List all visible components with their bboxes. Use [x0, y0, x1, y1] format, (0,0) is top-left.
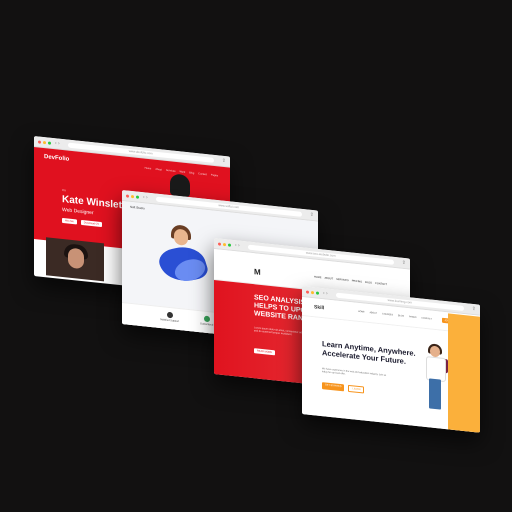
nav-item[interactable]: CONTACT [375, 282, 387, 286]
nav-item[interactable]: HOME [314, 276, 322, 280]
student-illustration [424, 343, 448, 419]
nav-item[interactable]: BLOG [365, 281, 372, 285]
maximize-dot[interactable] [48, 140, 51, 145]
back-forward-icon[interactable]: ‹ › [55, 140, 60, 146]
nav-item[interactable]: PRICING [352, 279, 362, 283]
feature-item: Guaranteed [200, 315, 214, 327]
feature-item: Satisfied Support [160, 311, 179, 323]
nav-item[interactable]: COURSES [382, 313, 393, 316]
nav-item[interactable]: Work [179, 170, 185, 174]
nav-item[interactable]: CONTACT [421, 318, 431, 321]
minimize-dot[interactable] [43, 140, 46, 144]
hero-buttons: GET STARTED LEARN [322, 382, 365, 394]
nav-menu: HOME ABOUT SERVICES PRICING BLOG CONTACT [314, 276, 387, 287]
guarantee-icon [203, 315, 210, 323]
close-dot[interactable] [126, 193, 129, 198]
back-forward-icon[interactable]: ‹ › [143, 194, 148, 200]
window-controls [38, 139, 51, 145]
photo-face [68, 247, 84, 270]
close-dot[interactable] [218, 241, 221, 246]
nav-item[interactable]: ABOUT [325, 277, 334, 281]
nav-item[interactable]: SERVICES [336, 278, 349, 282]
nav-item[interactable]: Services [166, 169, 176, 173]
close-dot[interactable] [38, 139, 41, 144]
student-jeans [429, 378, 441, 410]
nav-item[interactable]: PAGES [409, 316, 416, 319]
nav-item[interactable]: BLOG [398, 315, 404, 318]
site-logo[interactable]: M [254, 267, 261, 277]
about-photo [46, 237, 104, 282]
nav-item[interactable]: Home [145, 167, 152, 171]
maximize-dot[interactable] [136, 194, 139, 199]
window-controls [306, 289, 319, 295]
feature-label: Guaranteed [200, 322, 214, 327]
learn-button[interactable]: LEARN [348, 384, 365, 394]
showcase-stage: ‹ › www.devfolio.com ⇪ DevFolio Home Abo… [0, 0, 512, 512]
window-controls [218, 241, 231, 247]
share-icon[interactable]: ⇪ [222, 158, 226, 164]
nav-item[interactable]: Blog [189, 171, 194, 175]
hero-description: We have experience in the web and educat… [322, 368, 387, 377]
greeting-text: I'm [62, 187, 66, 193]
share-icon[interactable]: ⇪ [310, 212, 314, 218]
minimize-dot[interactable] [311, 290, 314, 294]
browser-window-learning: ‹ › www.learning.com ⇪ Skill HOME ABOUT … [302, 286, 480, 433]
back-forward-icon[interactable]: ‹ › [235, 242, 240, 248]
read-more-button[interactable]: READ MORE [254, 348, 276, 356]
hire-button[interactable]: Hire Me [62, 217, 77, 225]
model-face [174, 228, 188, 246]
hero-role: Web Designer [62, 206, 94, 217]
nav-menu: HOME ABOUT COURSES BLOG PAGES CONTACT [358, 311, 432, 321]
hero-section: Learn Anytime, Anywhere. Accelerate Your… [302, 313, 480, 433]
site-title: Soft Studio [130, 204, 145, 211]
share-icon[interactable]: ⇪ [402, 260, 406, 266]
hero-buttons: Hire Me Download CV [62, 217, 103, 228]
feature-label: Satisfied Support [160, 317, 180, 323]
window-controls [126, 193, 139, 199]
nav-item[interactable]: ABOUT [370, 312, 378, 315]
hero-headline: Learn Anytime, Anywhere. Accelerate Your… [322, 339, 416, 366]
minimize-dot[interactable] [131, 194, 134, 198]
minimize-dot[interactable] [223, 242, 226, 246]
accent-stripe [448, 313, 480, 433]
nav-item[interactable]: Pages [211, 174, 218, 178]
download-cv-button[interactable]: Download CV [80, 219, 103, 228]
nav-item[interactable]: Contact [198, 172, 207, 176]
nav-item[interactable]: HOME [358, 311, 365, 314]
nav-item[interactable]: About [155, 168, 162, 172]
share-icon[interactable]: ⇪ [472, 306, 476, 312]
get-started-button[interactable]: GET STARTED [322, 382, 345, 392]
site-logo[interactable]: DevFolio [44, 154, 69, 163]
site-logo[interactable]: Skill [314, 304, 324, 311]
profile-photo [170, 173, 190, 198]
support-icon [166, 311, 173, 319]
back-forward-icon[interactable]: ‹ › [323, 290, 328, 296]
close-dot[interactable] [306, 289, 309, 294]
maximize-dot[interactable] [228, 242, 231, 247]
maximize-dot[interactable] [316, 290, 319, 295]
